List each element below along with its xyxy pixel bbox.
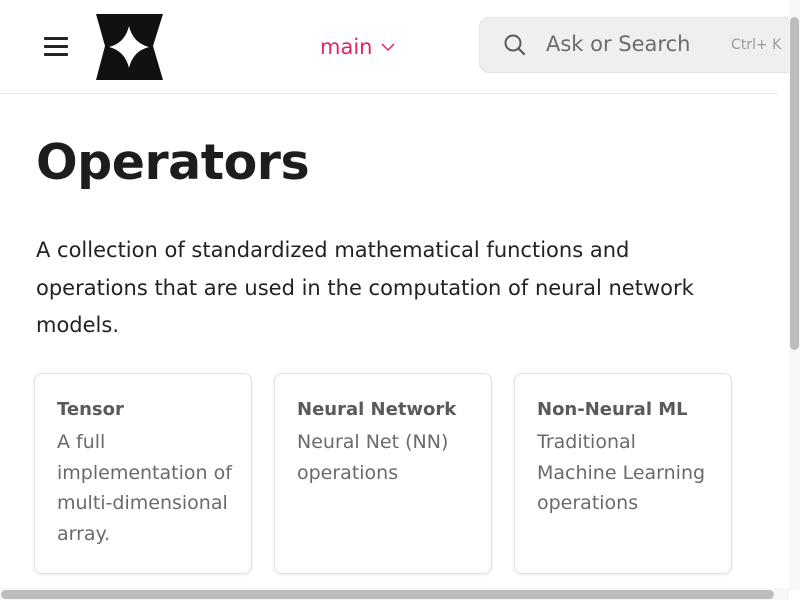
card-tensor[interactable]: Tensor A full implementation of multi-di…	[34, 373, 252, 574]
horizontal-scrollbar-thumb[interactable]	[1, 590, 774, 599]
hamburger-icon[interactable]	[38, 33, 72, 61]
vertical-scrollbar[interactable]	[789, 0, 800, 590]
card-description: A full implementation of multi-dimension…	[57, 431, 232, 545]
version-selector[interactable]: main	[320, 33, 396, 61]
search-bar[interactable]: Ask or Search Ctrl+ K	[479, 17, 800, 73]
page-title: Operators	[36, 134, 310, 191]
search-placeholder: Ask or Search	[546, 32, 691, 56]
card-neural-network[interactable]: Neural Network Neural Net (NN) operation…	[274, 373, 492, 574]
card-description: Traditional Machine Learning operations	[537, 431, 706, 514]
star-logo-icon[interactable]	[93, 12, 165, 82]
chevron-down-icon	[380, 39, 396, 55]
card-title: Non-Neural ML	[537, 399, 688, 420]
card-title: Neural Network	[297, 399, 457, 420]
card-title: Tensor	[57, 399, 124, 420]
search-shortcut-hint: Ctrl+ K	[731, 37, 782, 53]
page-intro: A collection of standardized mathematica…	[36, 238, 694, 337]
card-non-neural-ml[interactable]: Non-Neural ML Traditional Machine Learni…	[514, 373, 732, 574]
vertical-scrollbar-thumb[interactable]	[790, 17, 799, 350]
version-label: main	[320, 35, 373, 59]
top-navigation-bar: main Ask or Search Ctrl+ K	[0, 0, 800, 94]
horizontal-scrollbar[interactable]	[0, 588, 789, 600]
search-icon	[502, 32, 528, 58]
card-description: Neural Net (NN) operations	[297, 431, 449, 484]
